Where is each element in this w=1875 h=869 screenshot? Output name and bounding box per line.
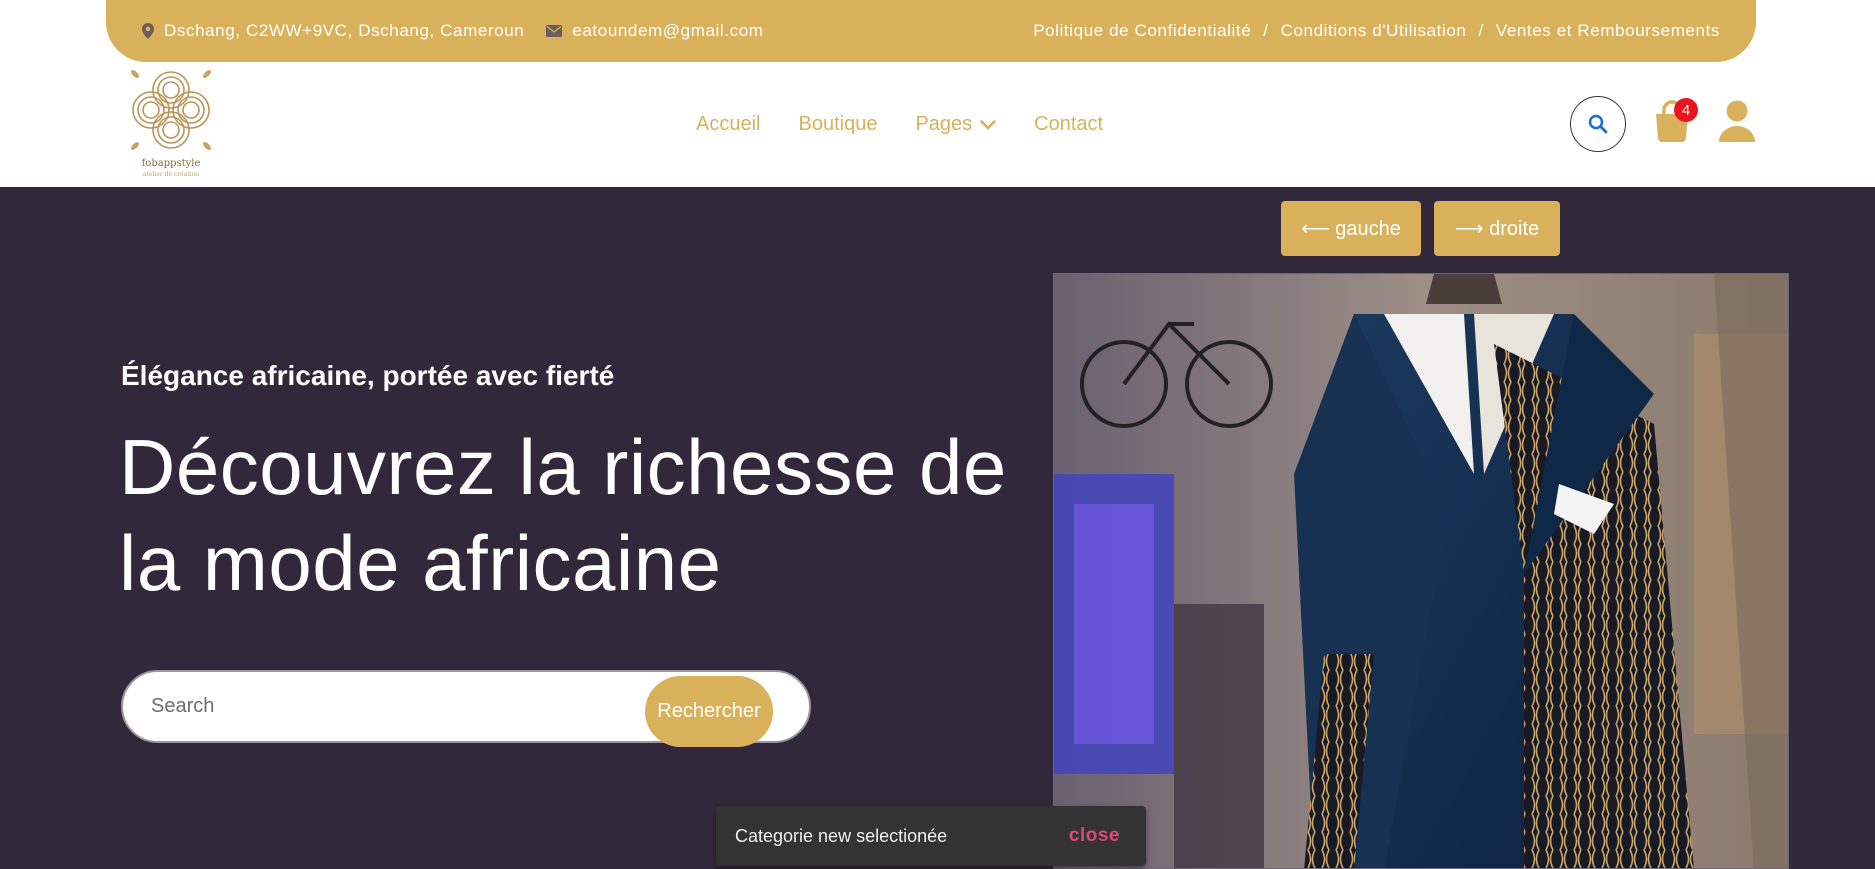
main-nav: Accueil Boutique Pages Contact bbox=[696, 62, 1141, 187]
address-item: Dschang, C2WW+9VC, Dschang, Cameroun bbox=[142, 21, 524, 41]
carousel-next-button[interactable]: ⟶ droite bbox=[1434, 201, 1560, 256]
user-icon[interactable] bbox=[1718, 100, 1756, 144]
snackbar-close-button[interactable]: close bbox=[1069, 825, 1120, 847]
nav-item-pages[interactable]: Pages bbox=[915, 113, 996, 136]
hero-search-input[interactable] bbox=[151, 672, 631, 741]
terms-of-use-link[interactable]: Conditions d'Utilisation bbox=[1281, 21, 1467, 41]
hero-product-image bbox=[1053, 273, 1789, 869]
suit-photo-illustration bbox=[1054, 274, 1788, 868]
hero-search-button[interactable]: Rechercher bbox=[645, 676, 773, 747]
email-item[interactable]: eatoundem@gmail.com bbox=[546, 21, 763, 41]
cart-count-badge: 4 bbox=[1674, 98, 1698, 122]
snackbar-message: Categorie new selectionée bbox=[735, 825, 948, 846]
notification-snackbar: Categorie new selectionée close bbox=[716, 806, 1146, 866]
privacy-policy-link[interactable]: Politique de Confidentialité bbox=[1033, 21, 1251, 41]
nav-label: Pages bbox=[915, 113, 973, 135]
nav-label: Contact bbox=[1034, 113, 1104, 135]
main-header: fobappstyle atelier de création Accueil … bbox=[0, 62, 1875, 187]
logo-tagline: atelier de création bbox=[142, 171, 200, 178]
logo-name: fobappstyle bbox=[141, 158, 201, 169]
hero-section: ⟵ gauche ⟶ droite Élégance africaine, po… bbox=[0, 187, 1875, 869]
address-text: Dschang, C2WW+9VC, Dschang, Cameroun bbox=[164, 21, 525, 40]
search-icon bbox=[1588, 114, 1608, 134]
link-separator: / bbox=[1263, 21, 1269, 40]
map-marker-icon bbox=[142, 23, 154, 39]
legal-links: Politique de Confidentialité / Condition… bbox=[1033, 21, 1720, 41]
nav-item-contact[interactable]: Contact bbox=[1034, 113, 1103, 136]
hero-headline: Découvrez la richesse de la mode africai… bbox=[119, 423, 1007, 607]
chevron-down-icon bbox=[980, 119, 996, 130]
nav-item-accueil[interactable]: Accueil bbox=[696, 113, 760, 136]
envelope-icon bbox=[546, 25, 563, 37]
email-text[interactable]: eatoundem@gmail.com bbox=[572, 21, 763, 41]
top-info-bar: Dschang, C2WW+9VC, Dschang, Cameroun eat… bbox=[106, 0, 1756, 62]
knot-logo-icon bbox=[131, 70, 211, 150]
carousel-prev-button[interactable]: ⟵ gauche bbox=[1281, 201, 1421, 256]
hero-subtitle: Élégance africaine, portée avec fierté bbox=[121, 360, 615, 391]
sales-refunds-link[interactable]: Ventes et Remboursements bbox=[1496, 21, 1720, 41]
link-separator: / bbox=[1478, 21, 1484, 40]
site-logo[interactable]: fobappstyle atelier de création bbox=[112, 62, 230, 187]
nav-label: Boutique bbox=[798, 113, 878, 135]
nav-item-boutique[interactable]: Boutique bbox=[798, 113, 877, 136]
contact-info: Dschang, C2WW+9VC, Dschang, Cameroun eat… bbox=[142, 21, 786, 41]
hero-search-bar: Rechercher bbox=[121, 670, 811, 747]
header-search-button[interactable] bbox=[1570, 96, 1626, 152]
nav-label: Accueil bbox=[696, 113, 761, 135]
